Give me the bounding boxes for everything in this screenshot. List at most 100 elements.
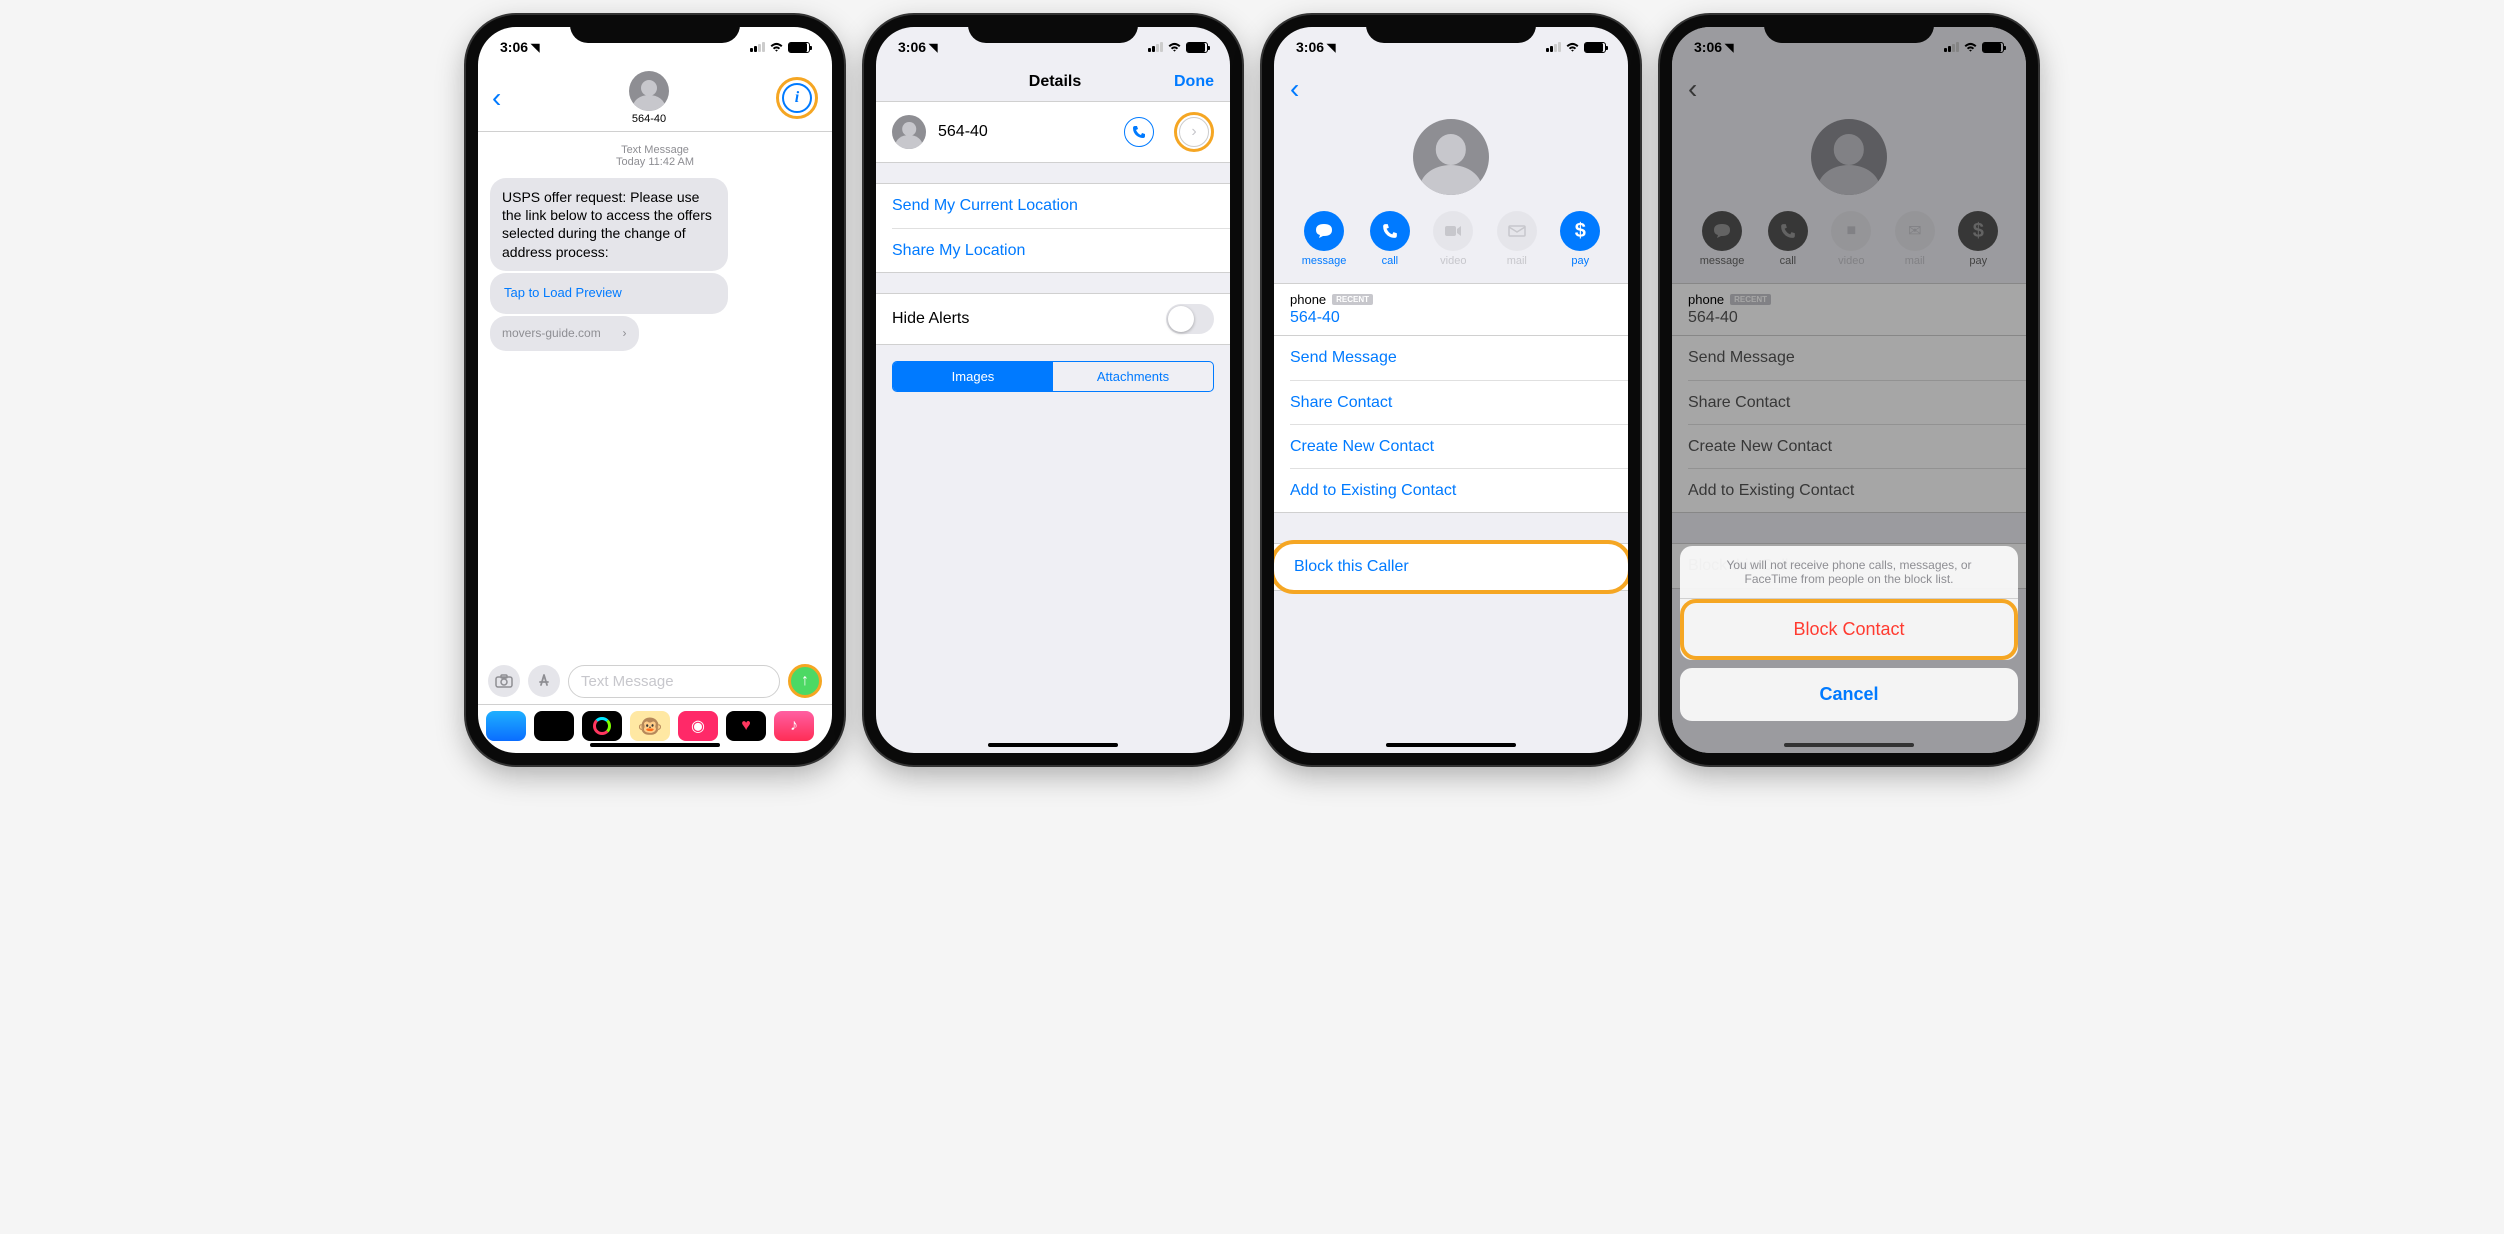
pay-action[interactable]: $pay	[1560, 211, 1600, 267]
back-button[interactable]: ‹	[1290, 73, 1320, 105]
block-contact-button[interactable]: Block Contact	[1684, 603, 2014, 656]
attachments-segment[interactable]: Attachments	[1053, 362, 1213, 391]
camera-icon[interactable]	[488, 665, 520, 697]
battery-icon	[1584, 42, 1606, 53]
home-indicator[interactable]	[988, 743, 1118, 747]
message-bubble[interactable]: USPS offer request: Please use the link …	[490, 178, 728, 271]
contact-header	[1274, 111, 1628, 211]
apple-pay-tray-icon[interactable]	[534, 711, 574, 741]
music-tray-icon[interactable]: ♪	[774, 711, 814, 741]
create-contact-button[interactable]: Create New Contact	[1290, 424, 1628, 468]
notch	[1366, 15, 1536, 43]
images-segment[interactable]: Images	[893, 362, 1053, 391]
send-message-button: Send Message	[1672, 336, 2026, 380]
chevron-right-icon: ›	[623, 326, 627, 342]
call-button[interactable]	[1124, 117, 1154, 147]
add-existing-contact-button: Add to Existing Contact	[1688, 468, 2026, 512]
notch	[968, 15, 1138, 43]
contact-avatar-icon	[1811, 119, 1887, 195]
contact-actions-row: message call video mail $pay	[1274, 211, 1628, 283]
create-contact-button: Create New Contact	[1688, 424, 2026, 468]
action-sheet-message: You will not receive phone calls, messag…	[1680, 546, 2018, 599]
details-chevron-button[interactable]: ›	[1179, 117, 1209, 147]
navigation-bar: Details Done	[876, 67, 1230, 101]
share-contact-button[interactable]: Share Contact	[1290, 380, 1628, 424]
mail-icon: ✉	[1895, 211, 1935, 251]
wifi-icon	[769, 42, 784, 53]
mail-icon	[1497, 211, 1537, 251]
activity-tray-icon[interactable]	[582, 711, 622, 741]
contact-header	[1672, 111, 2026, 211]
back-button[interactable]: ‹	[492, 82, 522, 114]
phone-field[interactable]: phoneRECENT 564-40	[1274, 283, 1628, 336]
location-services-icon: ◥	[1725, 41, 1733, 54]
status-time: 3:06	[500, 39, 528, 55]
add-existing-contact-button[interactable]: Add to Existing Contact	[1290, 468, 1628, 512]
contact-number: 564-40	[522, 113, 776, 125]
call-action[interactable]: call	[1370, 211, 1410, 267]
status-time: 3:06	[898, 39, 926, 55]
input-placeholder: Text Message	[581, 673, 674, 690]
send-location-button[interactable]: Send My Current Location	[876, 184, 1230, 228]
navigation-bar: ‹ 564-40 i	[478, 67, 832, 132]
notch	[1764, 15, 1934, 43]
send-message-button[interactable]: Send Message	[1274, 336, 1628, 380]
page-title: Details	[1029, 73, 1081, 91]
block-caller-button[interactable]: Block this Caller	[1274, 544, 1628, 590]
home-indicator[interactable]	[1386, 743, 1516, 747]
battery-icon	[788, 42, 810, 53]
digital-touch-tray-icon[interactable]: ◉	[678, 711, 718, 741]
phone-frame-4: 3:06◥ ‹ message call ■video ✉mail $pay p…	[1660, 15, 2038, 765]
contact-row[interactable]: 564-40 ›	[876, 102, 1230, 162]
action-sheet: You will not receive phone calls, messag…	[1680, 546, 2018, 753]
wifi-icon	[1963, 42, 1978, 53]
animoji-tray-icon[interactable]: 🐵	[630, 711, 670, 741]
contact-actions-row: message call ■video ✉mail $pay	[1672, 211, 2026, 283]
video-icon	[1433, 211, 1473, 251]
back-button: ‹	[1688, 73, 1718, 105]
location-services-icon: ◥	[929, 41, 937, 54]
hide-alerts-toggle[interactable]	[1166, 304, 1214, 334]
message-thread[interactable]: Text Message Today 11:42 AM USPS offer r…	[478, 132, 832, 658]
message-action[interactable]: message	[1302, 211, 1347, 267]
status-time: 3:06	[1694, 39, 1722, 55]
mail-action: mail	[1497, 211, 1537, 267]
pay-icon: $	[1560, 211, 1600, 251]
status-time: 3:06	[1296, 39, 1324, 55]
chevron-highlight: ›	[1174, 112, 1214, 152]
contact-avatar-icon	[629, 71, 669, 111]
done-button[interactable]: Done	[1174, 73, 1214, 91]
cellular-signal-icon	[750, 42, 765, 52]
message-timestamp: Text Message Today 11:42 AM	[490, 144, 820, 168]
call-icon	[1370, 211, 1410, 251]
send-button[interactable]: ↑	[788, 664, 822, 698]
phone-frame-1: 3:06◥ ‹ 564-40 i Text Message Today 11:4…	[466, 15, 844, 765]
link-preview-button[interactable]: Tap to Load Preview	[490, 273, 728, 314]
share-contact-button: Share Contact	[1688, 380, 2026, 424]
phone-number: 564-40	[1290, 309, 1612, 327]
phone-frame-2: 3:06◥ Details Done 564-40 ›	[864, 15, 1242, 765]
battery-icon	[1982, 42, 2004, 53]
location-services-icon: ◥	[531, 41, 539, 54]
heart-tray-icon[interactable]: ♥	[726, 711, 766, 741]
video-icon: ■	[1831, 211, 1871, 251]
share-location-button[interactable]: Share My Location	[892, 228, 1230, 272]
link-domain-bubble[interactable]: movers-guide.com›	[490, 316, 639, 352]
home-indicator[interactable]	[590, 743, 720, 747]
notch	[570, 15, 740, 43]
cellular-signal-icon	[1546, 42, 1561, 52]
message-text-input[interactable]: Text Message	[568, 665, 780, 698]
hide-alerts-label: Hide Alerts	[892, 310, 969, 328]
info-button[interactable]: i	[782, 83, 812, 113]
contact-header[interactable]: 564-40	[522, 71, 776, 125]
segmented-control: Images Attachments	[892, 361, 1214, 392]
cancel-button[interactable]: Cancel	[1680, 668, 2018, 721]
app-store-icon[interactable]	[528, 665, 560, 697]
contact-avatar-icon	[892, 115, 926, 149]
location-services-icon: ◥	[1327, 41, 1335, 54]
call-icon	[1768, 211, 1808, 251]
app-store-tray-icon[interactable]	[486, 711, 526, 741]
info-button-highlight: i	[776, 77, 818, 119]
contact-number: 564-40	[938, 123, 988, 141]
hide-alerts-row: Hide Alerts	[876, 294, 1230, 344]
